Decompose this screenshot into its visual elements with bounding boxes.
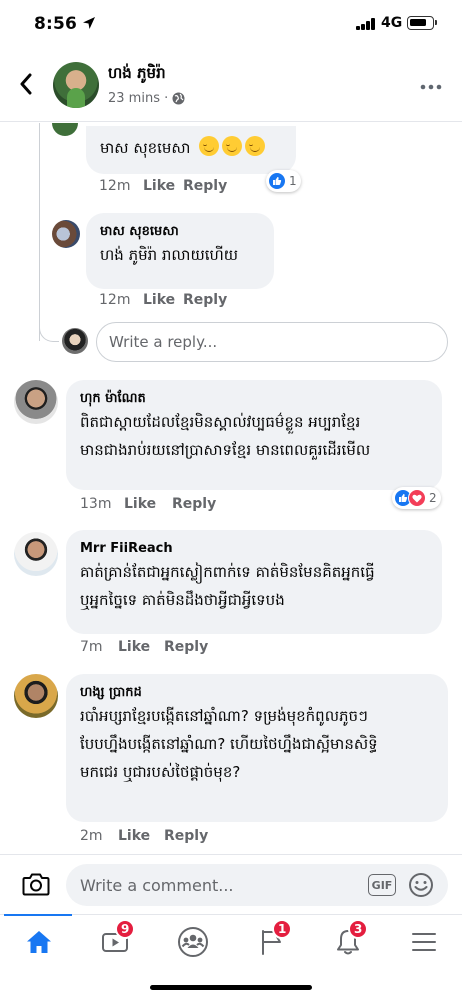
tab-menu[interactable] [404, 925, 444, 959]
comment-text-line: ឬអ្នកច្នៃទេ គាត់មិនដឹងថាអ្វីជាអ្វីទេបង [80, 591, 285, 609]
avatar[interactable] [52, 220, 80, 248]
back-button[interactable] [12, 70, 40, 98]
emoji-group [196, 136, 265, 157]
comment-text-line: បែបហ្នឹងបង្កើតនៅឆ្នាំណា? ហើយថៃហ្នឹងជាស្អ… [80, 735, 378, 753]
gif-button[interactable]: GIF [368, 874, 396, 896]
comment-actions: 13m Like Reply [80, 496, 216, 512]
comment-input-placeholder: Write a comment... [80, 875, 234, 895]
avatar[interactable] [14, 532, 58, 576]
avatar[interactable] [53, 62, 99, 108]
battery-icon [407, 16, 437, 30]
comment-input[interactable]: Write a comment... GIF [66, 864, 448, 906]
comment-text-line: មានជាងរាប់រយនៅប្រាសាទខ្មែរ មានពេលគួរដើរម… [80, 441, 371, 459]
reaction-summary[interactable]: 2 [392, 487, 441, 509]
reply-text: មាស សុខមេសា [100, 139, 191, 157]
battery-level [410, 19, 426, 26]
reply-input[interactable]: Write a reply... [96, 322, 448, 362]
more-options-button[interactable] [420, 74, 442, 94]
relieved-face-emoji [244, 136, 265, 156]
cellular-signal-icon [356, 18, 376, 30]
emoji-smile-icon[interactable] [408, 872, 434, 898]
watch-badge: 9 [115, 919, 136, 939]
like-button[interactable]: Like [143, 178, 183, 194]
comment-author[interactable]: Mrr FiiReach [80, 540, 428, 558]
reaction-count: 1 [289, 174, 297, 188]
reply-actions: 12m Like Reply [99, 292, 227, 308]
relieved-face-emoji [198, 136, 219, 156]
comment-bubble[interactable]: ហង្ស ប្រាកដ របាំអប្សរាខ្មែរបង្កើតនៅឆ្នាំ… [66, 674, 448, 822]
comment-actions: 7m Like Reply [80, 639, 208, 655]
menu-icon [412, 933, 436, 951]
comment-bubble[interactable]: Mrr FiiReach គាត់គ្រាន់តែជាអ្នកស្លៀកពាក់… [66, 530, 442, 634]
reply-bubble[interactable]: មាស សុខមេសា ហង់ ភូមិរ៉ា រាលាយហើយ [86, 213, 274, 289]
like-button[interactable]: Like [118, 639, 164, 655]
camera-icon[interactable] [22, 871, 50, 897]
like-button[interactable]: Like [143, 292, 183, 308]
globe-icon [172, 92, 185, 105]
reply-actions: 12m Like Reply [99, 178, 227, 194]
avatar[interactable] [14, 380, 58, 424]
reply-button[interactable]: Reply [183, 178, 227, 194]
post-time: 23 mins · [108, 91, 169, 106]
status-bar: 8:56 4G [0, 0, 462, 50]
status-time: 8:56 [34, 14, 78, 34]
comment-time: 7m [80, 639, 103, 655]
comment-time: 2m [80, 828, 103, 844]
comment-text-line: ពិតជាស្តាយដែលខ្មែរមិនស្គាល់វប្បធម៌ខ្លួន … [80, 413, 361, 431]
location-arrow-icon [83, 17, 95, 29]
comment-author[interactable]: ហុក ម៉ាណែត [80, 390, 428, 408]
notifications-badge: 3 [348, 919, 369, 939]
network-type: 4G [381, 15, 403, 31]
tab-groups[interactable] [173, 925, 213, 959]
home-icon [27, 931, 51, 953]
comment-text-line: មកជេរ ឬជារបស់ថៃផ្តាច់មុខ? [80, 763, 241, 781]
reply-text: ហង់ ភូមិរ៉ា រាលាយហើយ [100, 246, 239, 264]
reply-time: 12m [99, 292, 131, 308]
reply-author[interactable]: មាស សុខមេសា [100, 223, 260, 241]
comment-text-line: គាត់គ្រាន់តែជាអ្នកស្លៀកពាក់ទេ គាត់មិនមែន… [80, 563, 375, 581]
gif-label: GIF [371, 878, 393, 892]
reply-time: 12m [99, 178, 131, 194]
reply-button[interactable]: Reply [183, 292, 227, 308]
pages-badge: 1 [272, 919, 293, 939]
avatar [62, 328, 88, 354]
comment-bubble[interactable]: ហុក ម៉ាណែត ពិតជាស្តាយដែលខ្មែរមិនស្គាល់វប… [66, 380, 442, 490]
comment-composer: Write a comment... GIF [0, 854, 462, 914]
reply-bubble[interactable]: មាស សុខមេសា [86, 126, 296, 174]
post-header: ហង់ ភូមិរ៉ា 23 mins · [0, 50, 462, 122]
more-dots-icon [420, 84, 442, 90]
bottom-tab-bar: 9 1 3 [0, 914, 462, 1000]
chevron-left-icon [20, 73, 32, 95]
post-author-name[interactable]: ហង់ ភូមិរ៉ា [108, 64, 166, 86]
like-reaction-icon [268, 172, 286, 190]
relieved-face-emoji [221, 136, 242, 156]
tab-home[interactable] [19, 925, 59, 959]
active-tab-indicator [4, 914, 72, 916]
comment-actions: 2m Like Reply [80, 828, 208, 844]
comment-author[interactable]: ហង្ស ប្រាកដ [80, 684, 434, 702]
tab-watch[interactable]: 9 [95, 919, 136, 959]
avatar[interactable] [14, 674, 58, 718]
reply-button[interactable]: Reply [172, 496, 216, 512]
like-button[interactable]: Like [118, 828, 164, 844]
reply-button[interactable]: Reply [164, 639, 208, 655]
tab-pages[interactable]: 1 [252, 919, 293, 959]
comment-time: 13m [80, 496, 112, 512]
tab-notifications[interactable]: 3 [328, 919, 369, 959]
reply-input-placeholder: Write a reply... [109, 333, 218, 351]
thread-line [39, 123, 40, 341]
reaction-summary[interactable]: 1 [266, 170, 301, 192]
groups-icon [178, 927, 208, 957]
post-meta: 23 mins · [108, 91, 185, 106]
comment-text-line: របាំអប្សរាខ្មែរបង្កើតនៅឆ្នាំណា? ទម្រង់មុ… [80, 707, 368, 725]
thread-connector [39, 322, 59, 342]
love-reaction-icon [408, 489, 426, 507]
like-button[interactable]: Like [124, 496, 172, 512]
reaction-count: 2 [429, 491, 437, 505]
home-indicator [150, 985, 312, 990]
reply-button[interactable]: Reply [164, 828, 208, 844]
